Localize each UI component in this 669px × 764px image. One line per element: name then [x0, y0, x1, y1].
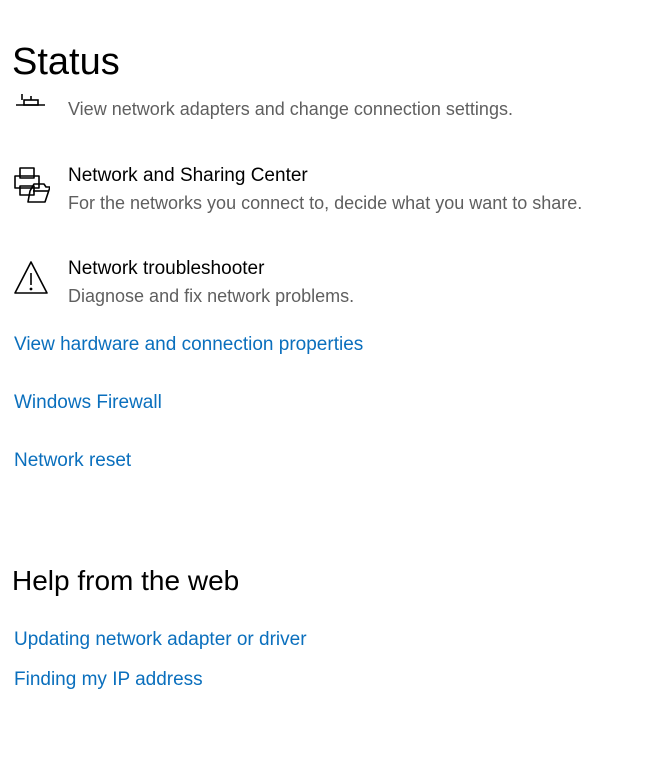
network-troubleshooter-title: Network troubleshooter: [68, 258, 265, 279]
help-section-title: Help from the web: [12, 565, 240, 596]
network-sharing-center-item[interactable]: Network and Sharing Center For the netwo…: [12, 164, 652, 218]
printer-folder-icon: [12, 164, 51, 203]
network-troubleshooter-item[interactable]: Network troubleshooter Diagnose and fix …: [12, 257, 652, 311]
warning-icon: [12, 259, 50, 297]
view-hardware-properties-link[interactable]: View hardware and connection properties: [14, 332, 363, 358]
network-troubleshooter-description: Diagnose and fix network problems.: [68, 286, 355, 306]
finding-ip-address-link[interactable]: Finding my IP address: [14, 667, 203, 693]
change-adapter-options-item[interactable]: View network adapters and change connect…: [12, 86, 652, 126]
windows-firewall-link[interactable]: Windows Firewall: [14, 390, 162, 416]
network-sharing-center-description: For the networks you connect to, decide …: [68, 193, 583, 213]
page-title: Status: [12, 41, 120, 83]
network-sharing-center-title: Network and Sharing Center: [68, 165, 308, 186]
change-adapter-description: View network adapters and change connect…: [68, 99, 513, 119]
updating-network-adapter-link[interactable]: Updating network adapter or driver: [14, 627, 307, 653]
network-reset-link[interactable]: Network reset: [14, 448, 131, 474]
network-adapter-icon: [12, 86, 50, 116]
